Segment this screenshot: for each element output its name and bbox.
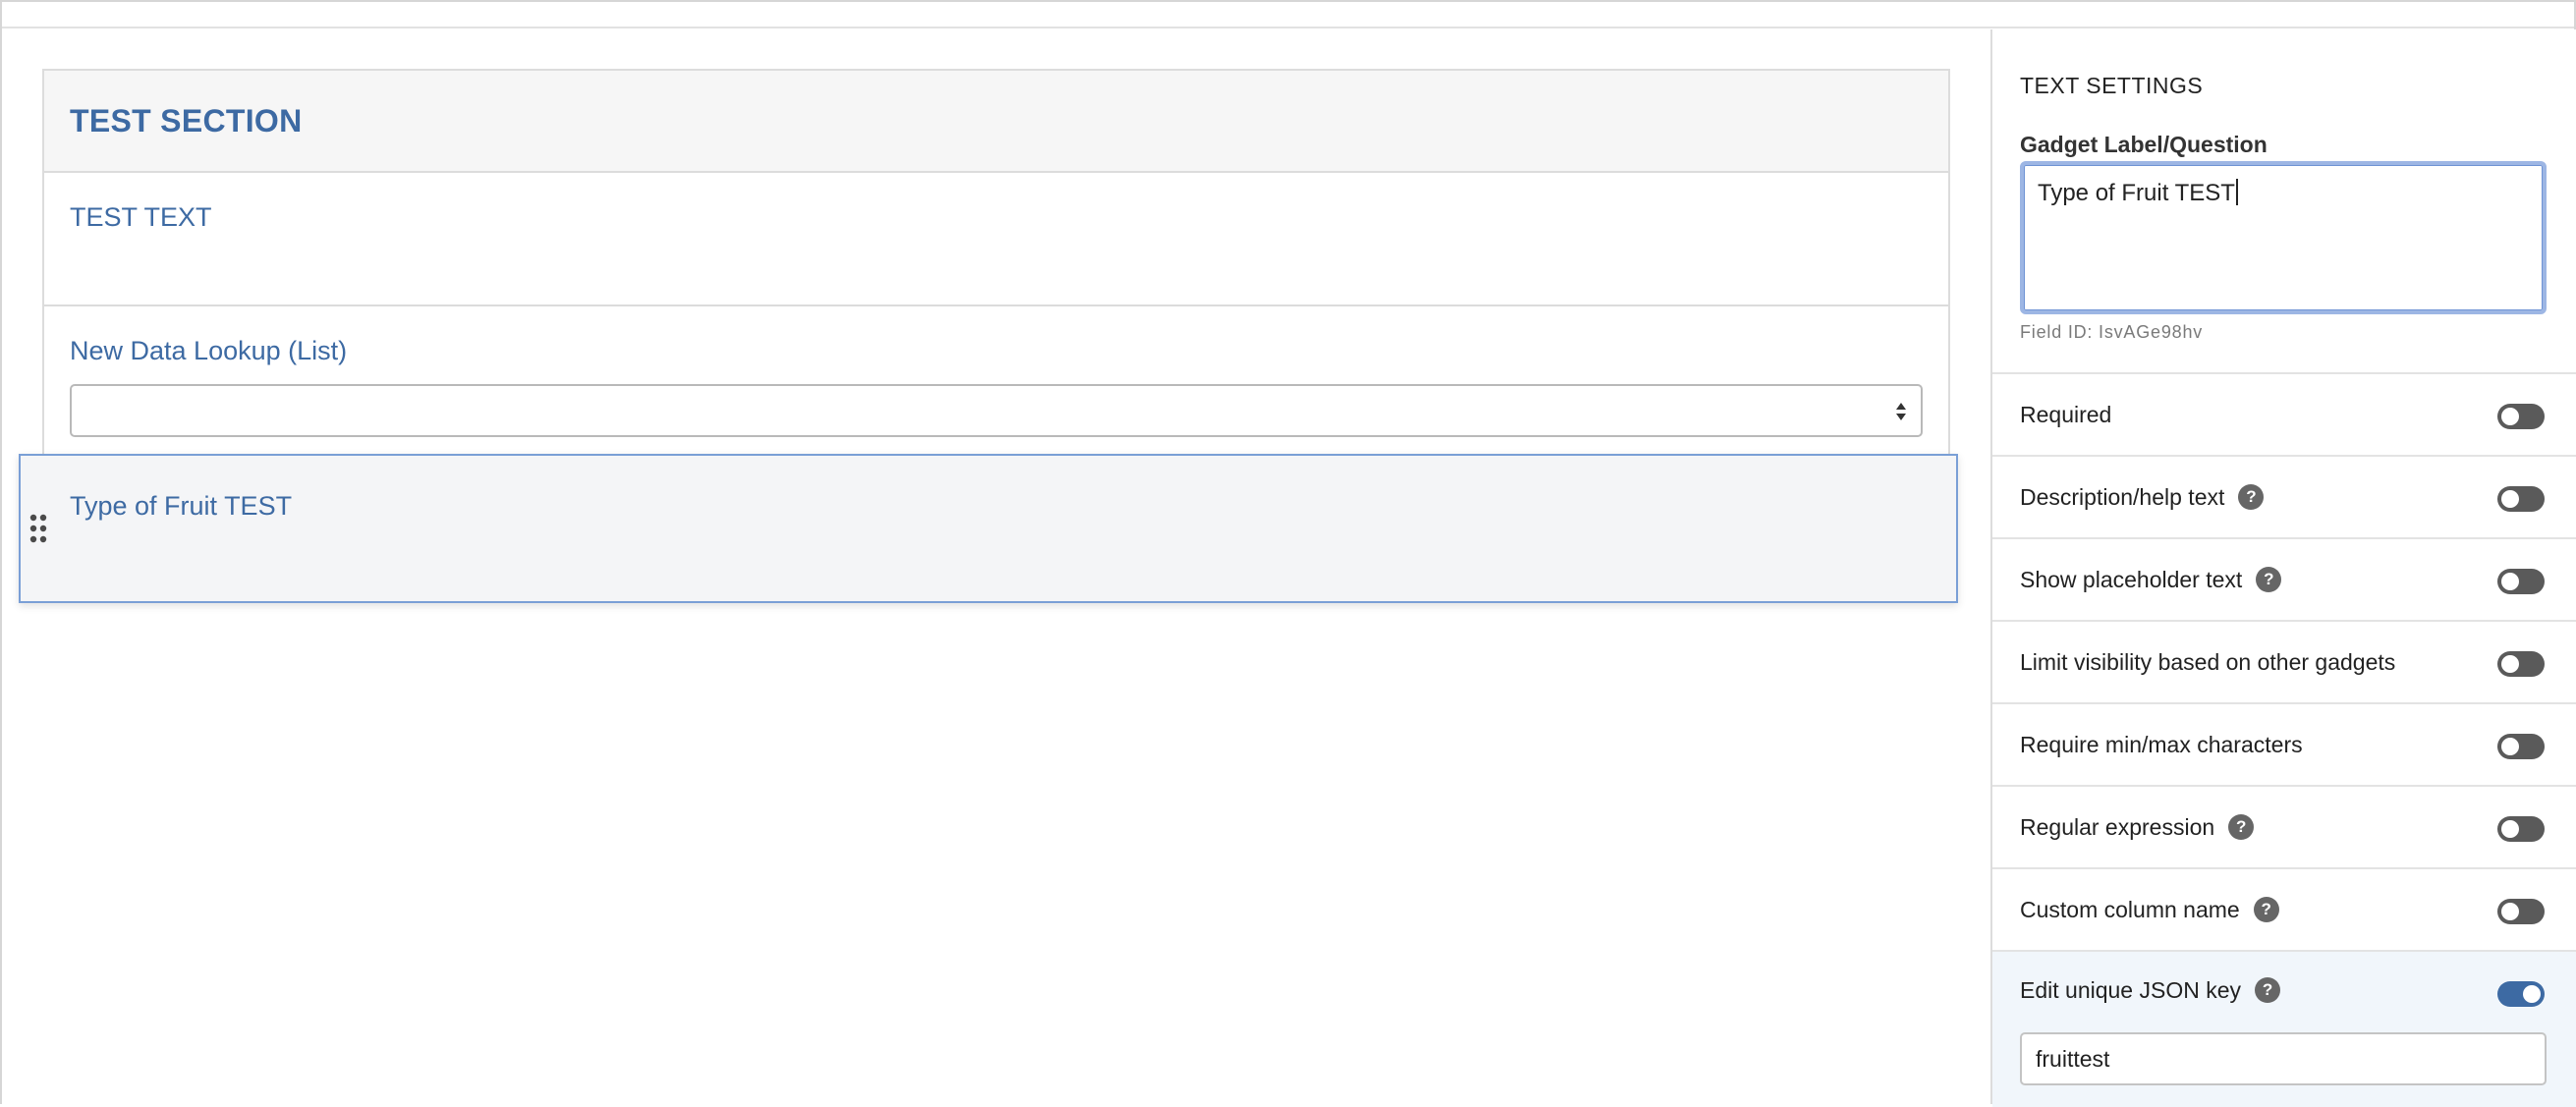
option-label: Required — [2020, 401, 2112, 427]
section-title: TEST SECTION — [70, 102, 303, 138]
description-toggle[interactable] — [2497, 486, 2545, 512]
option-label: Require min/max characters — [2020, 731, 2303, 757]
select-arrows-icon — [1896, 403, 1906, 420]
option-label: Custom column name — [2020, 896, 2240, 922]
help-icon[interactable]: ? — [2255, 977, 2281, 1003]
help-icon[interactable]: ? — [2256, 567, 2282, 592]
column-name-toggle[interactable] — [2497, 899, 2545, 924]
lookup-gadget-label: New Data Lookup (List) — [70, 336, 348, 365]
option-custom-column-name[interactable]: Custom column name ? — [1992, 867, 2576, 950]
settings-panel: TEXT SETTINGS Gadget Label/Question Type… — [1990, 29, 2576, 1107]
dragged-gadget[interactable]: Type of Fruit TEST — [19, 454, 1958, 603]
option-description-help-text[interactable]: Description/help text ? — [1992, 455, 2576, 537]
drag-handle-icon[interactable] — [28, 513, 48, 544]
visibility-toggle[interactable] — [2497, 651, 2545, 677]
option-label: Limit visibility based on other gadgets — [2020, 648, 2396, 675]
min-max-toggle[interactable] — [2497, 734, 2545, 759]
section-header[interactable]: TEST SECTION — [44, 71, 1948, 173]
json-key-input[interactable] — [2020, 1032, 2547, 1085]
help-icon[interactable]: ? — [2238, 484, 2265, 510]
option-edit-json-key[interactable]: Edit unique JSON key ? — [1992, 950, 2576, 1107]
option-show-placeholder[interactable]: Show placeholder text ? — [1992, 537, 2576, 620]
field-id: Field ID: IsvAGe98hv — [2020, 322, 2204, 342]
text-gadget[interactable]: TEST TEXT — [44, 173, 1948, 306]
gadget-label-heading: Gadget Label/Question — [2020, 132, 2268, 157]
help-icon[interactable]: ? — [2228, 814, 2255, 840]
help-icon[interactable]: ? — [2253, 897, 2279, 922]
regex-toggle[interactable] — [2497, 816, 2545, 842]
option-label: Regular expression — [2020, 813, 2215, 840]
gadget-label-value: Type of Fruit TEST — [2038, 180, 2235, 206]
option-required[interactable]: Required — [1992, 372, 2576, 455]
app-frame: TEST SECTION TEST TEXT New Data Lookup (… — [0, 0, 2576, 1107]
text-caret — [2235, 179, 2238, 205]
option-label: Description/help text — [2020, 483, 2225, 510]
json-key-toggle[interactable] — [2497, 981, 2545, 1007]
option-min-max-characters[interactable]: Require min/max characters — [1992, 702, 2576, 785]
panel-title: TEXT SETTINGS — [2020, 73, 2204, 98]
option-regular-expression[interactable]: Regular expression ? — [1992, 785, 2576, 867]
form-section[interactable]: TEST SECTION TEST TEXT New Data Lookup (… — [42, 69, 1950, 458]
option-limit-visibility[interactable]: Limit visibility based on other gadgets — [1992, 620, 2576, 702]
option-label: Edit unique JSON key — [2020, 977, 2242, 1003]
form-canvas: TEST SECTION TEST TEXT New Data Lookup (… — [2, 29, 1990, 1104]
data-lookup-gadget[interactable]: New Data Lookup (List) — [44, 306, 1948, 456]
top-bar — [2, 2, 2574, 28]
lookup-select[interactable] — [70, 384, 1923, 437]
required-toggle[interactable] — [2497, 404, 2545, 429]
placeholder-toggle[interactable] — [2497, 569, 2545, 594]
option-label: Show placeholder text — [2020, 566, 2243, 592]
settings-options: Required Description/help text ? Show pl… — [1992, 372, 2576, 1107]
dragged-gadget-label: Type of Fruit TEST — [70, 491, 293, 521]
text-gadget-label: TEST TEXT — [70, 202, 212, 232]
gadget-label-textarea[interactable]: Type of Fruit TEST — [2020, 161, 2547, 314]
